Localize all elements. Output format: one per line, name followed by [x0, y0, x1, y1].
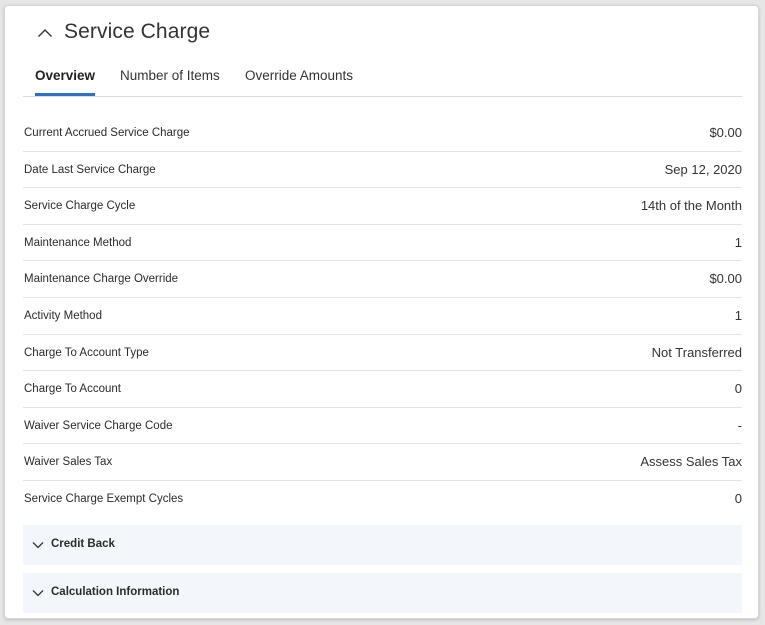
- row-value: 14th of the Month: [640, 198, 742, 214]
- section-label: Credit Back: [51, 538, 115, 550]
- row-value: -: [737, 417, 742, 433]
- detail-row: Maintenance Method 1: [23, 225, 742, 262]
- section-label: Calculation Information: [51, 586, 180, 598]
- row-label: Service Charge Exempt Cycles: [24, 492, 184, 505]
- row-label: Date Last Service Charge: [24, 163, 156, 176]
- row-label: Maintenance Method: [24, 236, 132, 249]
- chevron-down-icon: [31, 586, 45, 600]
- tab-bar: Overview Number of Items Override Amount…: [23, 58, 742, 97]
- tab-override-amounts[interactable]: Override Amounts: [245, 68, 353, 96]
- row-value: Not Transferred: [651, 344, 742, 360]
- detail-row: Charge To Account 0: [23, 371, 742, 408]
- credit-back-section-toggle[interactable]: Credit Back: [23, 525, 742, 565]
- details-list: Current Accrued Service Charge $0.00 Dat…: [23, 115, 742, 518]
- row-value: Assess Sales Tax: [640, 454, 742, 470]
- row-value: 0: [734, 381, 742, 397]
- row-label: Maintenance Charge Override: [24, 273, 179, 286]
- detail-row: Current Accrued Service Charge $0.00: [23, 115, 742, 152]
- detail-row: Service Charge Cycle 14th of the Month: [23, 188, 742, 225]
- tab-number-of-items[interactable]: Number of Items: [120, 68, 220, 96]
- row-label: Waiver Sales Tax: [24, 456, 113, 469]
- row-label: Current Accrued Service Charge: [24, 127, 190, 139]
- calculation-information-section-toggle[interactable]: Calculation Information: [23, 573, 742, 613]
- detail-row: Maintenance Charge Override $0.00: [23, 261, 742, 298]
- row-label: Service Charge Cycle: [24, 200, 136, 213]
- tab-overview[interactable]: Overview: [35, 68, 96, 96]
- row-value: $0.00: [709, 271, 742, 287]
- chevron-down-icon: [31, 538, 45, 552]
- row-value: Sep 12, 2020: [664, 161, 742, 177]
- row-label: Charge To Account Type: [24, 346, 149, 359]
- page-title: Service Charge: [64, 20, 211, 43]
- chevron-up-icon[interactable]: [35, 23, 55, 43]
- detail-row: Waiver Sales Tax Assess Sales Tax: [23, 444, 742, 481]
- row-value: 0: [734, 490, 742, 506]
- service-charge-panel: Service Charge Overview Number of Items …: [4, 5, 759, 619]
- row-value: 1: [734, 234, 742, 250]
- row-label: Charge To Account: [24, 383, 121, 396]
- detail-row: Date Last Service Charge Sep 12, 2020: [23, 152, 742, 189]
- row-value: 1: [734, 307, 742, 323]
- detail-row: Waiver Service Charge Code -: [23, 408, 742, 445]
- detail-row: Charge To Account Type Not Transferred: [23, 335, 742, 372]
- row-value: $0.00: [709, 125, 742, 140]
- row-label: Activity Method: [24, 309, 102, 322]
- panel-header: Service Charge: [5, 6, 758, 58]
- row-label: Waiver Service Charge Code: [24, 419, 173, 432]
- detail-row: Activity Method 1: [23, 298, 742, 335]
- detail-row: Service Charge Exempt Cycles 0: [23, 481, 742, 518]
